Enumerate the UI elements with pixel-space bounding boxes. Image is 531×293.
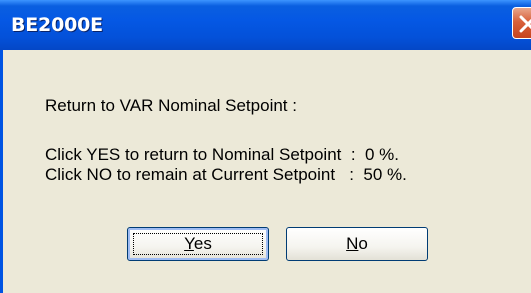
- yes-button-label: Yes: [184, 234, 212, 253]
- yes-mnemonic: Y: [184, 234, 194, 253]
- close-icon: [519, 15, 531, 33]
- message-line-yes: Click YES to return to Nominal Setpoint …: [45, 145, 400, 164]
- no-button-label: No: [346, 234, 368, 253]
- no-button[interactable]: No: [286, 227, 428, 261]
- message-line-no: Click NO to remain at Current Setpoint :…: [45, 165, 407, 184]
- message-dialog: BE2000E Return to VAR Nominal Setpoint :…: [0, 0, 531, 293]
- no-label-rest: o: [358, 234, 368, 253]
- title-bar[interactable]: BE2000E: [0, 0, 531, 50]
- close-button[interactable]: [512, 7, 531, 39]
- yes-label-rest: es: [193, 234, 212, 253]
- message-heading: Return to VAR Nominal Setpoint :: [45, 96, 297, 115]
- dialog-body: Return to VAR Nominal Setpoint : Click Y…: [3, 50, 531, 293]
- window-title: BE2000E: [11, 14, 103, 36]
- no-mnemonic: N: [346, 234, 359, 253]
- yes-button[interactable]: Yes: [127, 227, 269, 261]
